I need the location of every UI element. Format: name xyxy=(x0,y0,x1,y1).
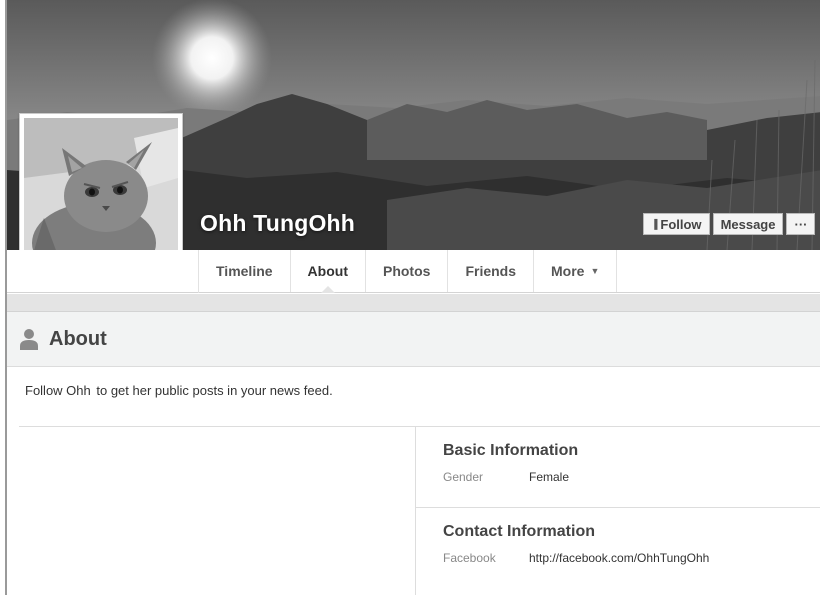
message-button[interactable]: Message xyxy=(712,213,784,235)
facebook-url-link[interactable]: http://facebook.com/OhhTungOhh xyxy=(529,551,709,565)
follow-prompt-text: to get her public posts in your news fee… xyxy=(96,383,333,398)
gender-value: Female xyxy=(529,470,570,484)
basic-information-title: Basic Information xyxy=(443,442,579,459)
tab-timeline[interactable]: Timeline xyxy=(199,250,291,292)
tab-more[interactable]: More ▼ xyxy=(534,250,618,292)
person-icon xyxy=(20,329,38,350)
more-options-button[interactable]: ··· xyxy=(786,213,816,235)
follow-button[interactable]: ▐ Follow xyxy=(643,213,710,235)
profile-tabs: Timeline About Photos Friends More ▼ xyxy=(198,250,618,293)
gender-label: Gender xyxy=(443,470,484,484)
tab-about[interactable]: About xyxy=(291,250,366,293)
tab-photos[interactable]: Photos xyxy=(366,250,449,292)
about-section: About Follow Ohh to get her public posts… xyxy=(7,311,820,595)
facebook-label: Facebook xyxy=(443,551,496,565)
contact-information-title: Contact Information xyxy=(443,523,595,540)
profile-name[interactable]: Ohh TungOhh xyxy=(200,210,355,237)
cover-actions: ▐ Follow Message ··· xyxy=(643,213,816,235)
caret-down-icon: ▼ xyxy=(590,266,600,276)
column-divider xyxy=(415,427,416,595)
follow-name-link[interactable]: Follow Ohh xyxy=(25,383,91,398)
info-divider xyxy=(416,507,820,508)
profile-page: Ohh TungOhh ▐ Follow Message ··· Timelin… xyxy=(5,0,820,595)
divider xyxy=(19,426,820,427)
follow-prompt: Follow Ohh to get her public posts in yo… xyxy=(25,383,333,398)
tab-more-label: More xyxy=(551,263,585,279)
about-title: About xyxy=(49,327,107,350)
section-separator xyxy=(7,294,820,311)
profile-tab-bar: Timeline About Photos Friends More ▼ xyxy=(7,250,820,293)
follow-button-label: Follow xyxy=(660,216,702,232)
rss-icon: ▐ xyxy=(651,219,658,229)
about-header: About xyxy=(7,312,820,367)
cat-photo xyxy=(24,118,178,272)
tab-friends[interactable]: Friends xyxy=(448,250,535,292)
